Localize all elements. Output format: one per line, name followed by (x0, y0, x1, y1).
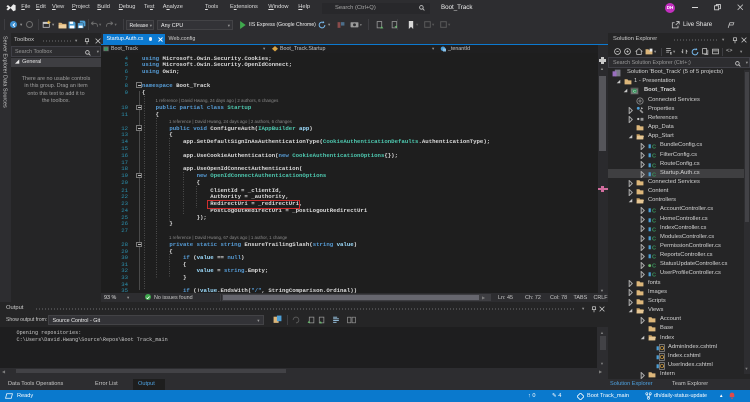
svg-text:C: C (652, 154, 656, 160)
svg-text:C: C (652, 254, 656, 260)
svg-text:C: C (652, 145, 656, 151)
svg-text:C: C (652, 227, 656, 233)
svg-text:C: C (633, 89, 636, 94)
svg-text:C: C (652, 209, 656, 215)
svg-text:C: C (652, 273, 656, 279)
svg-text:C: C (652, 245, 656, 251)
svg-text:C: C (652, 218, 656, 224)
svg-text:C: C (652, 236, 656, 242)
svg-text:C: C (652, 263, 656, 269)
svg-text:C: C (652, 172, 656, 178)
